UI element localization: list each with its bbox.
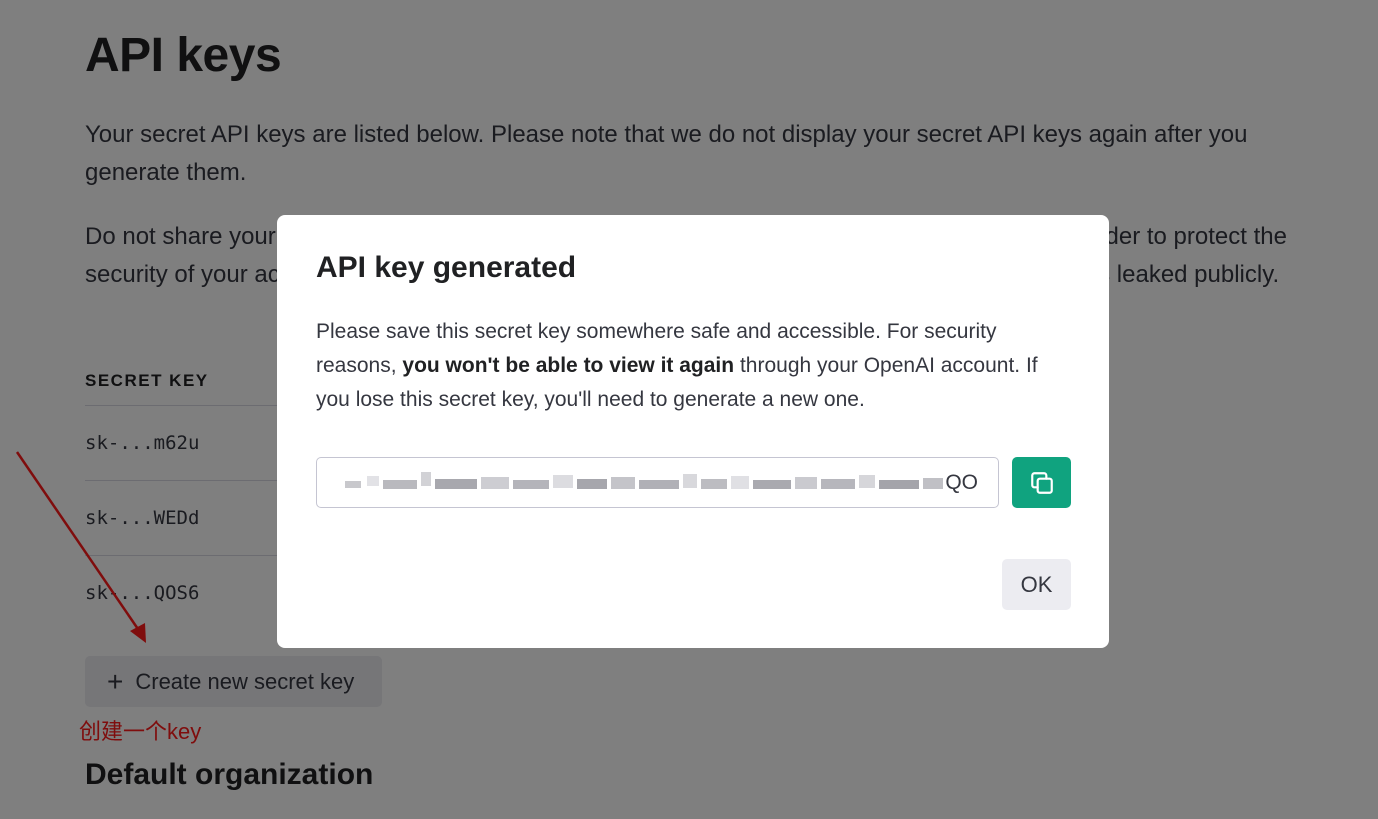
dialog-message-emphasis: you won't be able to view it again — [402, 354, 735, 377]
copy-key-button[interactable] — [1012, 457, 1071, 508]
redacted-key-pixelation — [345, 472, 947, 489]
copy-icon — [1030, 471, 1053, 494]
dialog-title: API key generated — [316, 251, 577, 284]
ok-button[interactable]: OK — [1002, 559, 1071, 610]
dialog-message: Please save this secret key somewhere sa… — [316, 315, 1076, 417]
generated-key-field[interactable]: QO — [316, 457, 999, 508]
api-key-generated-dialog: API key generated Please save this secre… — [277, 215, 1109, 648]
generated-key-visible-suffix: QO — [943, 470, 978, 495]
